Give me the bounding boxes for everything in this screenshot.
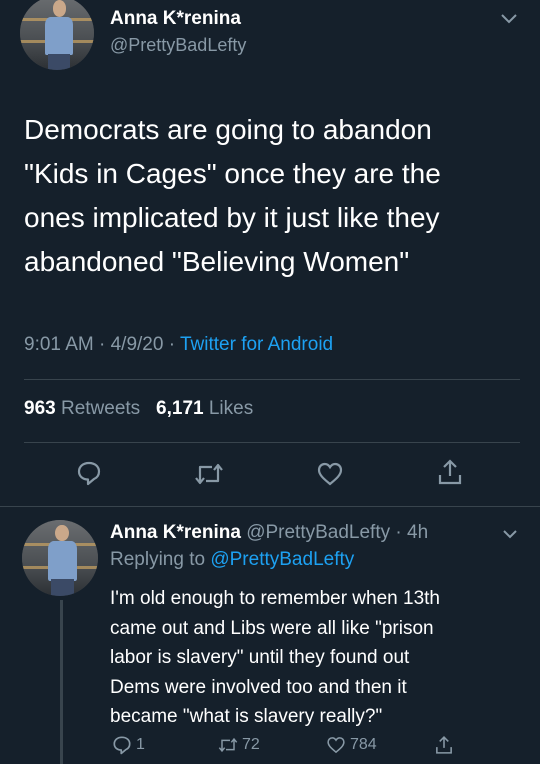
retweets-label: Retweets [60, 398, 141, 419]
author-name[interactable]: Anna K*renina [110, 8, 241, 30]
retweet-icon[interactable] [194, 462, 224, 486]
reply-author-name[interactable]: Anna K*renina [110, 522, 241, 543]
retweet-icon [218, 735, 238, 755]
reply-reply-button[interactable]: 1 [112, 735, 145, 755]
share-icon[interactable] [437, 458, 463, 486]
replying-to: Replying to @PrettyBadLefty [110, 549, 354, 571]
reply-retweet-button[interactable]: 72 [218, 735, 260, 755]
tweet-source[interactable]: Twitter for Android [180, 334, 333, 355]
thread-line [60, 600, 63, 764]
tweet-text-line: abandoned "Believing Women" [24, 246, 410, 277]
likes-stat[interactable]: 6,171 Likes [156, 398, 253, 419]
chevron-down-icon[interactable] [502, 528, 518, 540]
likes-count: 6,171 [156, 398, 204, 419]
reply-text-line: Dems were involved too and then it [110, 676, 407, 698]
reply-text-line: came out and Libs were all like "prison [110, 617, 434, 639]
reply-author-avatar[interactable] [22, 520, 98, 596]
reply-header: Anna K*renina @PrettyBadLefty · 4h [110, 522, 429, 543]
chevron-down-icon[interactable] [500, 12, 518, 26]
retweets-count: 963 [24, 398, 56, 419]
like-count: 784 [350, 736, 377, 753]
heart-icon[interactable] [316, 461, 344, 487]
reply-text: I'm old enough to remember when 13th cam… [110, 584, 530, 732]
divider [24, 379, 520, 380]
reply-count: 1 [136, 736, 145, 753]
author-handle[interactable]: @PrettyBadLefty [110, 35, 246, 56]
author-avatar[interactable] [20, 0, 94, 70]
reply-text-line: became "what is slavery really?" [110, 706, 383, 727]
divider [0, 506, 540, 507]
likes-label: Likes [208, 398, 254, 419]
tweet-meta: 9:01 AM · 4/9/20 · Twitter for Android [24, 334, 334, 355]
comment-bubble-icon [112, 735, 132, 755]
replying-to-label: Replying to [110, 549, 206, 570]
tweet-text-line: "Kids in Cages" once they are the [24, 158, 441, 189]
tweet-date[interactable]: 4/9/20 [111, 334, 164, 355]
retweet-count: 72 [242, 736, 260, 753]
divider [24, 442, 520, 443]
reply-author-handle[interactable]: @PrettyBadLefty [246, 522, 390, 543]
share-icon [434, 735, 454, 755]
tweet-text-line: Democrats are going to abandon [24, 114, 432, 145]
tweet-time[interactable]: 9:01 AM [24, 334, 94, 355]
comment-bubble-icon[interactable] [76, 460, 102, 486]
reply-text-line: I'm old enough to remember when 13th [110, 588, 440, 609]
reply-text-line: labor is slavery" until they found out [110, 647, 410, 668]
replying-to-handle[interactable]: @PrettyBadLefty [210, 549, 354, 570]
tweet-stats: 963 Retweets 6,171 Likes [24, 398, 253, 420]
tweet-text: Democrats are going to abandon "Kids in … [24, 108, 524, 284]
reply-age[interactable]: 4h [407, 522, 428, 543]
reply-like-button[interactable]: 784 [326, 735, 377, 755]
reply-share-button[interactable] [434, 735, 458, 755]
heart-icon [326, 735, 346, 755]
tweet-text-line: ones implicated by it just like they [24, 202, 440, 233]
retweets-stat[interactable]: 963 Retweets [24, 398, 140, 419]
